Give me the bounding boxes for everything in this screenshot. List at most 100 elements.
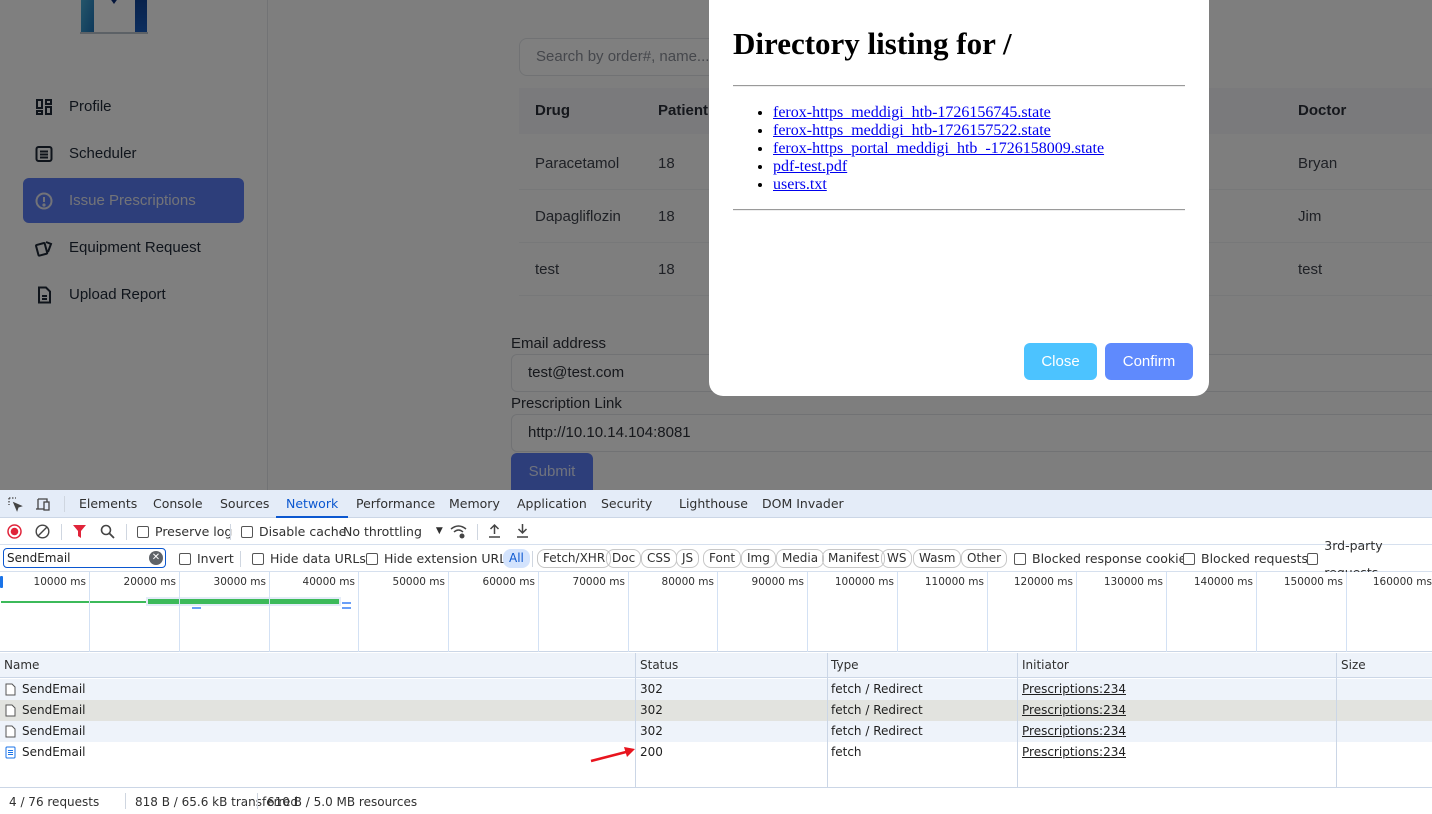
confirm-button[interactable]: Confirm <box>1105 343 1193 380</box>
tab-performance[interactable]: Performance <box>356 490 435 518</box>
request-status: 200 <box>640 745 663 759</box>
timeline-bar <box>1 601 147 603</box>
type-filter-ws[interactable]: WS <box>881 549 913 568</box>
column-divider[interactable] <box>635 653 636 787</box>
timeline-tick-label: 140000 ms <box>1193 576 1253 588</box>
type-filter-fetch-xhr[interactable]: Fetch/XHR <box>537 549 612 568</box>
timeline-bar <box>192 607 201 609</box>
blocked-response-cookies-checkbox[interactable]: Blocked response cookies <box>1014 545 1193 572</box>
tab-application[interactable]: Application <box>517 490 587 518</box>
modal-title: Directory listing for / <box>733 26 1012 61</box>
checkbox-icon <box>366 552 378 565</box>
hide-data-urls-checkbox[interactable]: Hide data URLs <box>252 545 366 572</box>
blocked-requests-checkbox[interactable]: Blocked requests <box>1183 545 1308 572</box>
clear-icon[interactable] <box>35 524 50 539</box>
type-filter-doc[interactable]: Doc <box>606 549 642 568</box>
hide-extension-urls-checkbox[interactable]: Hide extension URLs <box>366 545 513 572</box>
timeline-tick-label: 120000 ms <box>1013 576 1073 588</box>
separator <box>126 524 127 540</box>
import-har-icon[interactable] <box>488 523 501 539</box>
tab-dom-invader[interactable]: DOM Invader <box>762 490 844 518</box>
column-divider[interactable] <box>827 653 828 787</box>
column-header-size[interactable]: Size <box>1341 658 1366 672</box>
tab-console[interactable]: Console <box>153 490 203 518</box>
throttling-select[interactable]: No throttling ▼ <box>343 518 443 545</box>
document-icon <box>5 725 16 738</box>
column-divider[interactable] <box>1017 653 1018 787</box>
separator <box>230 524 231 540</box>
request-status: 302 <box>640 682 663 696</box>
file-link[interactable]: pdf-test.pdf <box>773 158 847 175</box>
request-initiator-link[interactable]: Prescriptions:234 <box>1022 745 1126 759</box>
type-filter-font[interactable]: Font <box>703 549 742 568</box>
timeline-tick-label: 80000 ms <box>661 576 714 588</box>
preserve-log-label: Preserve log <box>155 524 233 539</box>
type-filter-js[interactable]: JS <box>676 549 700 568</box>
filter-input[interactable]: SendEmail ✕ <box>3 548 166 568</box>
type-filter-media[interactable]: Media <box>776 549 825 568</box>
network-overview-timeline[interactable]: 10000 ms 20000 ms 30000 ms 40000 ms 50000 ms… <box>0 572 1432 652</box>
file-link[interactable]: ferox-https_meddigi_htb-1726157522.state <box>773 122 1051 139</box>
preserve-log-checkbox[interactable]: Preserve log <box>137 518 232 545</box>
timeline-tick-label: 90000 ms <box>751 576 804 588</box>
separator <box>64 496 65 512</box>
timeline-tick-label: 50000 ms <box>392 576 445 588</box>
type-filter-manifest[interactable]: Manifest <box>822 549 886 568</box>
request-initiator-link[interactable]: Prescriptions:234 <box>1022 724 1126 738</box>
file-link[interactable]: users.txt <box>773 176 827 193</box>
request-row[interactable]: SendEmail 302 fetch / Redirect Prescript… <box>0 679 1432 700</box>
tab-sources[interactable]: Sources <box>220 490 269 518</box>
type-filter-wasm[interactable]: Wasm <box>913 549 962 568</box>
timeline-tick-label: 60000 ms <box>482 576 535 588</box>
tab-security[interactable]: Security <box>601 490 652 518</box>
network-toolbar: Preserve log Disable cache No throttling… <box>0 518 1432 545</box>
type-filter-all[interactable]: All <box>503 549 530 568</box>
disable-cache-checkbox[interactable]: Disable cache <box>241 518 346 545</box>
file-link[interactable]: ferox-https_portal_meddigi_htb_-17261580… <box>773 140 1104 157</box>
search-icon[interactable] <box>100 524 115 539</box>
request-row[interactable]: SendEmail 302 fetch / Redirect Prescript… <box>0 721 1432 742</box>
tab-memory[interactable]: Memory <box>449 490 500 518</box>
column-divider[interactable] <box>1336 653 1337 787</box>
network-conditions-icon[interactable] <box>450 524 467 539</box>
request-initiator-link[interactable]: Prescriptions:234 <box>1022 703 1126 717</box>
checkbox-icon <box>241 525 253 538</box>
type-filter-img[interactable]: Img <box>741 549 776 568</box>
type-filter-other[interactable]: Other <box>961 549 1008 568</box>
column-header-type[interactable]: Type <box>831 658 859 672</box>
request-name: SendEmail <box>22 745 86 759</box>
tab-elements[interactable]: Elements <box>79 490 137 518</box>
export-har-icon[interactable] <box>516 523 529 539</box>
clear-filter-icon[interactable]: ✕ <box>149 551 163 565</box>
column-header-name[interactable]: Name <box>4 658 39 672</box>
timeline-bar <box>342 602 351 604</box>
file-list: ferox-https_meddigi_htb-1726156745.state… <box>773 104 1104 194</box>
invert-checkbox[interactable]: Invert <box>179 545 234 572</box>
request-row[interactable]: SendEmail 200 fetch Prescriptions:234 <box>0 742 1432 763</box>
close-button[interactable]: Close <box>1024 343 1097 380</box>
timeline-tick-label: 20000 ms <box>123 576 176 588</box>
request-initiator-link[interactable]: Prescriptions:234 <box>1022 682 1126 696</box>
timeline-bar <box>342 607 351 609</box>
column-header-initiator[interactable]: Initiator <box>1022 658 1069 672</box>
invert-label: Invert <box>197 551 234 566</box>
column-header-status[interactable]: Status <box>640 658 678 672</box>
filter-icon[interactable] <box>73 525 86 538</box>
request-row[interactable]: SendEmail 302 fetch / Redirect Prescript… <box>0 700 1432 721</box>
checkbox-icon <box>1307 552 1319 565</box>
timeline-tick-label: 150000 ms <box>1283 576 1343 588</box>
type-filter-css[interactable]: CSS <box>641 549 677 568</box>
device-toolbar-icon[interactable] <box>35 496 51 512</box>
file-link[interactable]: ferox-https_meddigi_htb-1726156745.state <box>773 104 1051 121</box>
request-table-header: Name Status Type Initiator Size <box>0 653 1432 678</box>
tab-network[interactable]: Network <box>276 490 349 518</box>
third-party-requests-checkbox[interactable]: 3rd-party requests <box>1307 538 1432 580</box>
annotation-arrow-icon <box>590 747 635 763</box>
request-count: 4 / 76 requests <box>9 795 100 809</box>
filter-bar: SendEmail ✕ Invert Hide data URLs Hide e… <box>0 538 1432 580</box>
record-stop-icon[interactable] <box>7 524 22 539</box>
tab-lighthouse[interactable]: Lighthouse <box>679 490 748 518</box>
inspect-element-icon[interactable] <box>7 496 23 512</box>
request-type: fetch / Redirect <box>831 724 923 738</box>
timeline-tick-label: 160000 ms <box>1372 576 1432 588</box>
